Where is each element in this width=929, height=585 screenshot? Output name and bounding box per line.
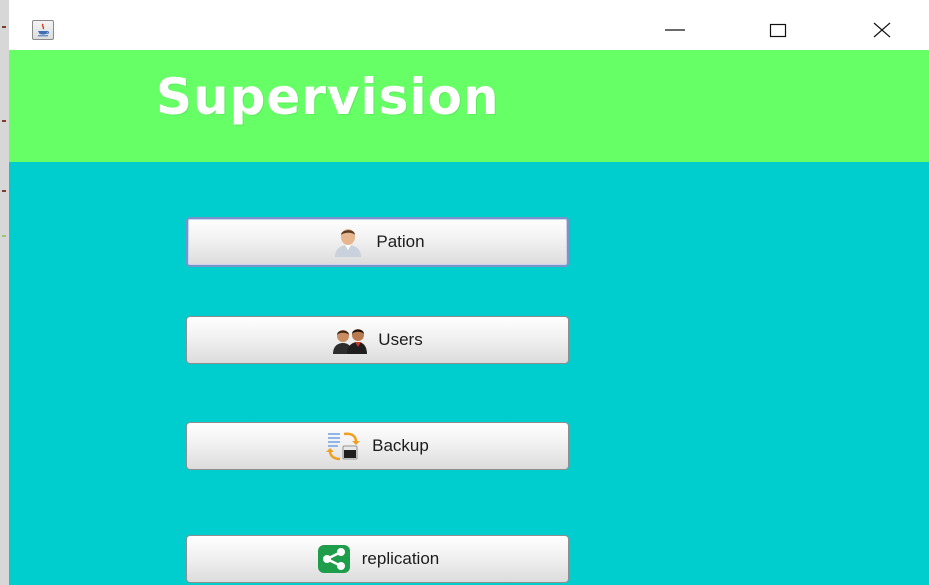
page-title: Supervision — [156, 68, 500, 126]
desktop-mark — [2, 235, 6, 237]
users-button[interactable]: Users — [186, 316, 569, 364]
app-window: Supervision Pation Users Backup replicat… — [9, 0, 929, 585]
desktop-mark — [2, 26, 6, 28]
pation-button[interactable]: Pation — [186, 217, 569, 267]
share-icon — [316, 543, 352, 575]
backup-sync-icon — [326, 430, 362, 462]
replication-button[interactable]: replication — [186, 535, 569, 583]
users-group-icon — [332, 324, 368, 356]
close-button[interactable] — [859, 12, 905, 48]
screen: Supervision Pation Users Backup replicat… — [0, 0, 929, 585]
patient-person-icon — [330, 226, 366, 258]
title-bar[interactable] — [9, 0, 929, 50]
desktop-mark — [2, 120, 6, 122]
minimize-icon — [665, 29, 685, 31]
backup-label: Backup — [372, 436, 429, 455]
desktop-mark — [2, 190, 6, 192]
replication-label: replication — [361, 549, 440, 568]
minimize-button[interactable] — [652, 12, 698, 48]
close-icon — [873, 22, 891, 38]
maximize-icon — [769, 23, 787, 38]
header-banner: Supervision — [9, 50, 929, 162]
pation-label: Pation — [376, 232, 425, 251]
maximize-button[interactable] — [755, 12, 801, 48]
users-label: Users — [378, 330, 423, 349]
backup-button[interactable]: Backup — [186, 422, 569, 470]
java-cup-icon[interactable] — [32, 20, 54, 40]
